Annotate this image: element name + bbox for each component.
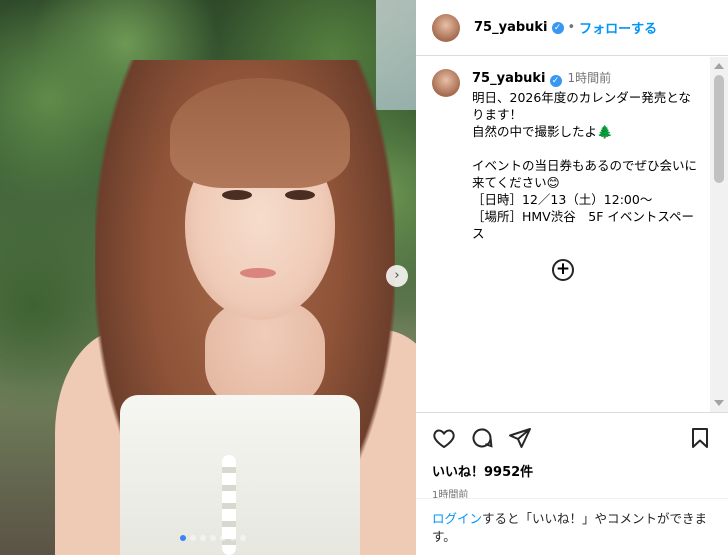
comments-scrollbar[interactable]	[710, 57, 728, 412]
photo-bangs	[170, 78, 350, 188]
verified-badge-icon: ✓	[551, 21, 564, 34]
action-icons	[432, 425, 712, 451]
scrollbar-thumb[interactable]	[714, 75, 724, 183]
photo-eye-right	[285, 190, 315, 200]
photo-eye-left	[222, 190, 252, 200]
caption-text: 明日、2026年度のカレンダー発売となります！ 自然の中で撮影したよ🌲 イベント…	[472, 90, 698, 241]
header-username[interactable]: 75_yabuki	[474, 20, 548, 35]
caption-header: 75_yabuki ✓ 1時間前	[472, 69, 702, 88]
carousel-dot	[220, 535, 226, 541]
scroll-down-arrow-icon[interactable]	[714, 400, 724, 406]
scroll-up-arrow-icon[interactable]	[714, 63, 724, 69]
carousel-dot	[230, 535, 236, 541]
comments-area: 75_yabuki ✓ 1時間前 明日、2026年度のカレンダー発売となります！ 自…	[416, 57, 728, 412]
login-link[interactable]: ログイン	[432, 511, 482, 526]
avatar[interactable]	[432, 13, 460, 42]
photo-dress	[120, 395, 360, 555]
comment-icon[interactable]	[470, 426, 494, 450]
carousel-next-button[interactable]: ›	[386, 265, 408, 287]
carousel-dots	[180, 535, 246, 541]
post-header: 75_yabuki ✓ • フォローする	[416, 0, 728, 56]
caption-verified-icon: ✓	[549, 75, 562, 87]
post-side-panel: 75_yabuki ✓ • フォローする 75_yabuki ✓ 1時間前 明日、2…	[416, 0, 728, 555]
follow-button[interactable]: フォローする	[579, 18, 657, 37]
plus-circle-icon[interactable]: +	[552, 259, 574, 281]
caption-avatar[interactable]	[432, 69, 460, 97]
post-actions: いいね！9952件 1時間前	[416, 412, 728, 501]
caption-body: 75_yabuki ✓ 1時間前 明日、2026年度のカレンダー発売となります！ 自…	[472, 69, 702, 242]
login-prompt: ログインすると「いいね！」やコメントができます。	[432, 510, 722, 546]
login-divider	[416, 498, 728, 499]
caption-username[interactable]: 75_yabuki	[472, 71, 546, 86]
carousel-dot	[180, 535, 186, 541]
share-icon[interactable]	[508, 426, 532, 450]
caption-time: 1時間前	[567, 71, 612, 85]
carousel-dot	[210, 535, 216, 541]
likes-count[interactable]: いいね！9952件	[432, 461, 712, 480]
carousel-dot	[200, 535, 206, 541]
caption: 75_yabuki ✓ 1時間前 明日、2026年度のカレンダー発売となります！ 自…	[416, 57, 728, 242]
post-photo[interactable]: ›	[0, 0, 416, 555]
heart-icon[interactable]	[432, 426, 456, 450]
photo-lips	[240, 268, 276, 278]
carousel-dot	[240, 535, 246, 541]
header-separator: •	[567, 20, 576, 35]
bookmark-icon[interactable]	[688, 426, 712, 450]
carousel-dot	[190, 535, 196, 541]
